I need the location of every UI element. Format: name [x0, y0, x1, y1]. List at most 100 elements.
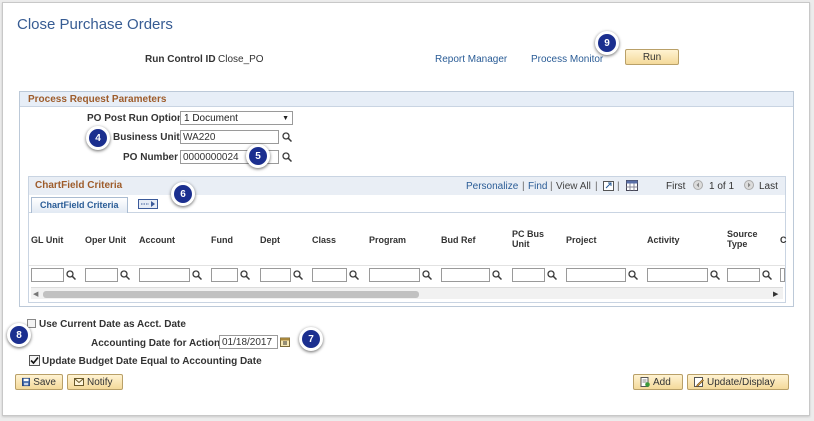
add-button[interactable]: Add — [633, 374, 683, 390]
process-monitor-link[interactable]: Process Monitor — [531, 54, 603, 65]
scroll-left-arrow-icon[interactable]: ◀ — [33, 290, 38, 298]
save-button-label: Save — [33, 376, 56, 388]
callout-badge-5: 5 — [246, 144, 270, 168]
accounting-date-label: Accounting Date for Action — [91, 338, 221, 349]
column-header: Fund — [211, 235, 233, 245]
gl-unit-input[interactable] — [31, 268, 64, 282]
program-input[interactable] — [369, 268, 420, 282]
activity-input[interactable] — [647, 268, 708, 282]
lookup-search-icon[interactable] — [547, 270, 557, 280]
update-display-button-label: Update/Display — [707, 376, 775, 388]
run-button-label: Run — [642, 51, 662, 63]
grid-header-bar: ChartField Criteria Personalize | Find |… — [29, 177, 785, 195]
lookup-search-icon[interactable] — [422, 270, 432, 280]
find-link[interactable]: Find — [528, 181, 547, 192]
run-control-label: Run Control ID — [145, 54, 216, 65]
lookup-search-icon[interactable] — [492, 270, 502, 280]
process-request-parameters-group: Process Request Parameters PO Post Run O… — [19, 91, 794, 307]
update-budget-date-label: Update Budget Date Equal to Accounting D… — [42, 356, 262, 367]
add-button-label: Add — [653, 376, 671, 388]
add-page-icon — [640, 377, 650, 387]
column-header: Account — [139, 235, 175, 245]
zoom-grid-icon[interactable] — [603, 181, 614, 191]
lookup-search-icon[interactable] — [293, 270, 303, 280]
row-count: 1 of 1 — [709, 181, 735, 192]
chartfield-criteria-grid: ChartField Criteria Personalize | Find |… — [28, 176, 787, 303]
download-excel-icon[interactable] — [626, 180, 638, 191]
calendar-icon[interactable] — [280, 337, 290, 347]
previous-arrow-icon[interactable] — [693, 180, 703, 190]
first-label[interactable]: First — [666, 181, 685, 192]
notify-mail-icon — [74, 378, 84, 386]
column-header: Bud Ref — [441, 235, 476, 245]
update-budget-date-checkbox[interactable] — [29, 355, 40, 366]
c-input[interactable] — [780, 268, 785, 282]
run-control-value: Close_PO — [218, 54, 264, 65]
grid-tab-row: ChartField Criteria — [29, 195, 785, 213]
chartfield-criteria-title: ChartField Criteria — [35, 180, 123, 191]
callout-badge-8: 8 — [7, 323, 31, 347]
lookup-search-icon[interactable] — [762, 270, 772, 280]
chevron-down-icon: ▼ — [282, 114, 289, 122]
column-header: Activity — [647, 235, 680, 245]
last-label[interactable]: Last — [759, 181, 778, 192]
column-header: Oper Unit — [85, 235, 127, 245]
use-current-date-label: Use Current Date as Acct. Date — [39, 319, 186, 330]
column-header: GL Unit — [31, 235, 64, 245]
lookup-search-icon[interactable] — [349, 270, 359, 280]
po-post-run-option-select[interactable]: 1 Document ▼ — [180, 111, 293, 125]
lookup-search-icon[interactable] — [66, 270, 76, 280]
lookup-search-icon[interactable] — [628, 270, 638, 280]
process-request-parameters-header: Process Request Parameters — [20, 92, 793, 107]
scroll-right-arrow-icon[interactable]: ▶ — [773, 290, 778, 298]
tab-chartfield-criteria[interactable]: ChartField Criteria — [31, 197, 128, 213]
horizontal-scrollbar[interactable]: ◀ ▶ — [31, 287, 783, 299]
show-all-columns-icon[interactable] — [138, 199, 158, 209]
notify-button-label: Notify — [87, 376, 113, 388]
class-input[interactable] — [312, 268, 347, 282]
column-header: C — [780, 235, 787, 245]
page-title: Close Purchase Orders — [17, 16, 173, 33]
pc-bus-unit-input[interactable] — [512, 268, 545, 282]
update-display-button[interactable]: Update/Display — [687, 374, 789, 390]
scrollbar-thumb[interactable] — [43, 291, 419, 298]
page-container: Close Purchase Orders Run Control ID Clo… — [2, 2, 810, 416]
fund-input[interactable] — [211, 268, 238, 282]
column-header: Dept — [260, 235, 280, 245]
callout-badge-9: 9 — [595, 31, 619, 55]
notify-button[interactable]: Notify — [67, 374, 123, 390]
po-post-run-option-label: PO Post Run Option — [87, 113, 184, 124]
run-button[interactable]: Run — [625, 49, 679, 65]
column-header: Program — [369, 235, 407, 245]
column-header: Project — [566, 235, 597, 245]
po-number-label: PO Number — [123, 152, 179, 163]
accounting-date-input[interactable] — [219, 335, 278, 349]
callout-badge-4: 4 — [86, 126, 110, 150]
lookup-search-icon[interactable] — [192, 270, 202, 280]
save-button[interactable]: Save — [15, 374, 63, 390]
business-unit-input[interactable] — [180, 130, 279, 144]
next-arrow-icon[interactable] — [744, 180, 754, 190]
po-post-run-option-value: 1 Document — [184, 112, 238, 124]
report-manager-link[interactable]: Report Manager — [435, 54, 507, 65]
bud-ref-input[interactable] — [441, 268, 490, 282]
column-header: Class — [312, 235, 337, 245]
column-header: Source Type — [727, 229, 758, 249]
oper-unit-input[interactable] — [85, 268, 118, 282]
callout-badge-6: 6 — [171, 182, 195, 206]
personalize-link[interactable]: Personalize — [466, 181, 518, 192]
lookup-search-icon[interactable] — [710, 270, 720, 280]
lookup-search-icon[interactable] — [240, 270, 250, 280]
lookup-search-icon[interactable] — [282, 132, 292, 142]
lookup-search-icon[interactable] — [282, 152, 292, 162]
lookup-search-icon[interactable] — [120, 270, 130, 280]
view-all-link[interactable]: View All — [556, 181, 591, 192]
dept-input[interactable] — [260, 268, 291, 282]
project-input[interactable] — [566, 268, 626, 282]
source-type-input[interactable] — [727, 268, 760, 282]
column-header: PC Bus Unit — [512, 229, 545, 249]
save-disk-icon — [22, 377, 31, 387]
account-input[interactable] — [139, 268, 190, 282]
update-display-icon — [694, 377, 704, 387]
business-unit-label: Business Unit — [113, 132, 180, 143]
